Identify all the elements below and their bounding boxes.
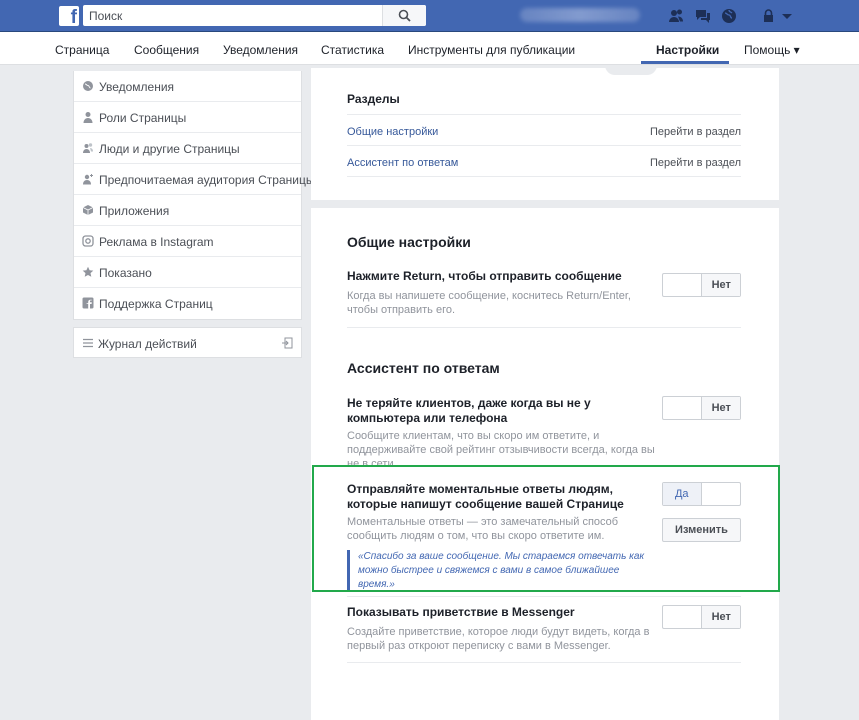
- section-gap: [311, 200, 779, 208]
- sidebar-item-notifications[interactable]: Уведомления: [74, 71, 301, 102]
- settings-sidebar: Уведомления Роли Страницы Люди и другие …: [73, 71, 314, 320]
- activity-log-label: Журнал действий: [98, 337, 197, 351]
- toggle-empty: [663, 397, 701, 419]
- people-icon: [83, 143, 93, 153]
- highlight-box: [312, 465, 780, 592]
- chevron-down-icon[interactable]: [778, 7, 796, 25]
- help-menu[interactable]: Помощь ▾: [744, 43, 800, 57]
- search-box: [83, 5, 426, 26]
- go-to-section-link[interactable]: Перейти в раздел: [650, 126, 741, 138]
- tab-insights[interactable]: Статистика: [321, 43, 384, 57]
- messages-icon[interactable]: [694, 7, 712, 25]
- scroll-indicator: [605, 65, 657, 75]
- general-settings-heading: Общие настройки: [347, 234, 471, 250]
- sidebar-item-label: Поддержка Страниц: [99, 297, 213, 311]
- sidebar-item-featured[interactable]: Показано: [74, 257, 301, 288]
- sidebar-item-label: Уведомления: [99, 80, 175, 94]
- tab-settings[interactable]: Настройки: [656, 43, 719, 57]
- section-link-title[interactable]: Ассистент по ответам: [347, 157, 458, 169]
- messenger-greeting-title: Показывать приветствие в Messenger: [347, 605, 575, 619]
- toggle-label: Нет: [701, 397, 740, 419]
- cube-icon: [82, 205, 94, 215]
- lock-icon[interactable]: [760, 7, 778, 25]
- messenger-greeting-toggle[interactable]: Нет: [662, 605, 741, 629]
- sidebar-item-page-roles[interactable]: Роли Страницы: [74, 102, 301, 133]
- toggle-empty: [663, 606, 701, 628]
- response-assistant-heading: Ассистент по ответам: [347, 360, 500, 376]
- search-button[interactable]: [382, 5, 426, 26]
- section-link-title[interactable]: Общие настройки: [347, 126, 438, 138]
- section-link-response-assistant: Ассистент по ответам Перейти в раздел: [347, 145, 741, 176]
- tab-notifications[interactable]: Уведомления: [223, 43, 298, 57]
- sidebar-item-label: Приложения: [99, 204, 170, 218]
- activity-log-link[interactable]: Журнал действий: [73, 327, 302, 358]
- return-setting-title: Нажмите Return, чтобы отправить сообщени…: [347, 269, 622, 283]
- sidebar-item-label: Реклама в Instagram: [99, 235, 214, 249]
- sidebar-item-preferred-audience[interactable]: Предпочитаемая аудитория Страницы: [74, 164, 314, 195]
- profile-name-blurred[interactable]: [520, 8, 640, 22]
- tab-page[interactable]: Страница: [55, 43, 109, 57]
- page-nav: Страница Сообщения Уведомления Статистик…: [0, 32, 859, 65]
- star-icon: [82, 266, 94, 277]
- return-setting-description: Когда вы напишете сообщение, коснитесь R…: [347, 290, 631, 316]
- return-toggle[interactable]: Нет: [662, 273, 741, 297]
- divider: [347, 596, 741, 597]
- person-icon: [83, 112, 93, 123]
- list-icon: [83, 338, 93, 348]
- globe-icon: [83, 81, 93, 91]
- away-message-toggle[interactable]: Нет: [662, 396, 741, 420]
- top-bar: f: [0, 0, 859, 32]
- sidebar-item-people[interactable]: Люди и другие Страницы: [74, 133, 301, 164]
- search-icon: [398, 9, 411, 22]
- sidebar-item-label: Люди и другие Страницы: [99, 142, 240, 156]
- tab-publishing-tools[interactable]: Инструменты для публикации: [408, 43, 575, 57]
- audience-icon: [83, 174, 93, 185]
- toggle-empty: [663, 274, 701, 296]
- divider: [347, 662, 741, 663]
- sidebar-item-label: Роли Страницы: [99, 111, 187, 125]
- go-to-section-link[interactable]: Перейти в раздел: [650, 157, 741, 169]
- divider: [347, 176, 741, 177]
- friends-icon[interactable]: [667, 7, 685, 25]
- sections-heading: Разделы: [347, 92, 400, 106]
- messenger-greeting-description: Создайте приветствие, которое люди будут…: [347, 626, 650, 652]
- sidebar-item-page-support[interactable]: Поддержка Страниц: [74, 288, 301, 319]
- sidebar-item-label: Показано: [99, 266, 152, 280]
- section-link-general: Общие настройки Перейти в раздел: [347, 114, 741, 145]
- sidebar-item-apps[interactable]: Приложения: [74, 195, 301, 226]
- settings-content: Разделы Общие настройки Перейти в раздел…: [311, 65, 779, 720]
- sidebar-item-instagram-ads[interactable]: Реклама в Instagram: [74, 226, 301, 257]
- sidebar-item-label: Предпочитаемая аудитория Страницы: [99, 173, 315, 187]
- active-tab-indicator: [641, 61, 729, 64]
- search-input[interactable]: [83, 5, 383, 26]
- facebook-logo-icon[interactable]: f: [59, 6, 79, 28]
- toggle-label: Нет: [701, 606, 740, 628]
- globe-icon[interactable]: [720, 7, 738, 25]
- toggle-label: Нет: [701, 274, 740, 296]
- away-message-title: Не теряйте клиентов, даже когда вы не у …: [347, 396, 591, 425]
- facebook-icon: [82, 297, 94, 309]
- divider: [347, 327, 741, 328]
- instagram-icon: [82, 235, 94, 247]
- open-log-icon: [282, 337, 293, 349]
- tab-messages[interactable]: Сообщения: [134, 43, 199, 57]
